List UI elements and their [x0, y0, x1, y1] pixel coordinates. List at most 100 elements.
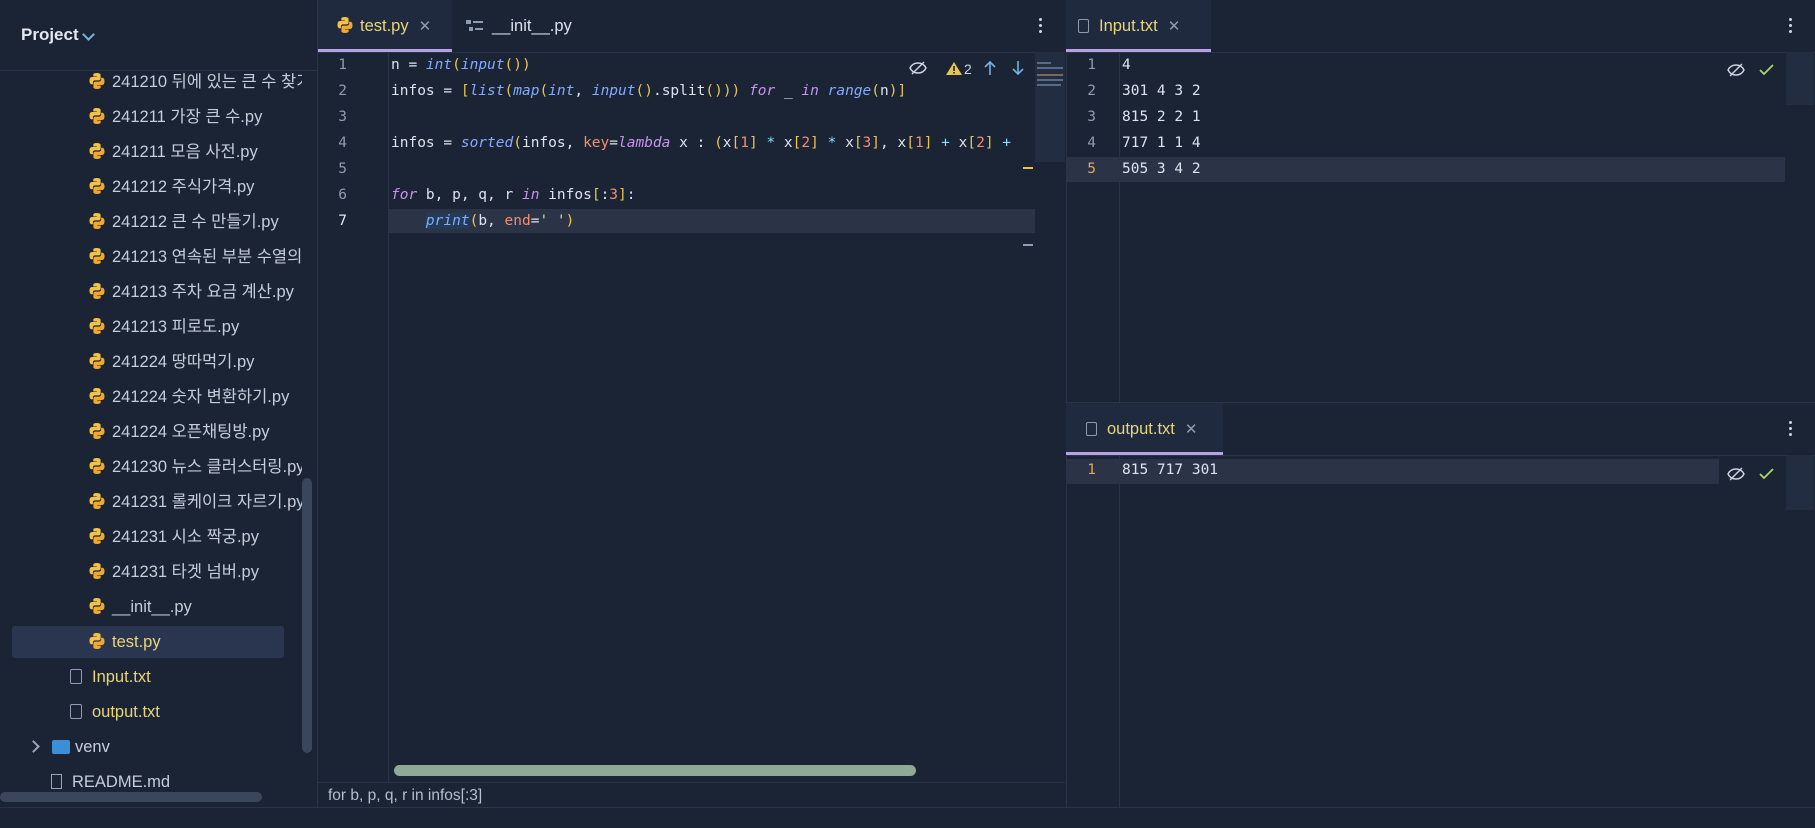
python-icon — [88, 177, 106, 195]
tab-input-txt[interactable]: Input.txt ✕ — [1066, 0, 1211, 52]
file-label: 241213 주차 요금 계산.py — [112, 283, 294, 301]
line-number: 2 — [1087, 83, 1096, 99]
kebab-menu-icon[interactable] — [1789, 421, 1793, 439]
python-icon — [88, 107, 106, 125]
check-icon[interactable] — [1759, 63, 1774, 81]
folder-label: venv — [75, 738, 110, 756]
input-line[interactable]: 4 — [1122, 57, 1131, 73]
close-icon[interactable]: ✕ — [1168, 18, 1181, 35]
text-file-icon — [70, 704, 82, 719]
file-label: 241213 연속된 부분 수열의 합 — [112, 248, 302, 266]
arrow-down-icon[interactable] — [1011, 60, 1025, 81]
file-label: output.txt — [92, 703, 160, 721]
line-number: 2 — [338, 83, 347, 99]
breadcrumb[interactable]: for b, p, q, r in infos[:3] — [318, 782, 1065, 807]
tree-file-3[interactable]: 241212 주식가격.py — [88, 171, 302, 203]
tree-file-13[interactable]: 241231 시소 짝궁.py — [88, 521, 302, 553]
tab-label: __init__.py — [492, 17, 572, 35]
code-line-2[interactable]: infos = [list(map(int, input().split()))… — [391, 83, 906, 99]
code-line-1[interactable]: n = int(input()) — [391, 57, 531, 73]
structure-icon — [466, 20, 483, 31]
editor-horizontal-scrollbar[interactable] — [394, 765, 916, 776]
code-line-6[interactable]: for b, p, q, r in infos[:3]: — [391, 187, 636, 203]
file-label: 241231 타겟 넘버.py — [112, 563, 259, 581]
warning-marker[interactable] — [1023, 167, 1033, 169]
tree-file-7[interactable]: 241213 피로도.py — [88, 311, 302, 343]
tree-txt-output[interactable]: output.txt — [70, 696, 302, 728]
tree-folder-venv[interactable]: venv — [29, 731, 302, 763]
line-number-current: 7 — [338, 213, 347, 229]
line-number: 1 — [338, 57, 347, 73]
code-line-4[interactable]: infos = sorted(infos, key=lambda x : (x[… — [391, 135, 1034, 151]
python-icon — [88, 562, 106, 580]
file-label: 241212 큰 수 만들기.py — [112, 213, 279, 231]
chevron-down-icon[interactable] — [82, 28, 95, 41]
python-icon — [88, 282, 106, 300]
kebab-menu-icon[interactable] — [1789, 18, 1793, 36]
tab-output-txt[interactable]: output.txt ✕ — [1066, 403, 1223, 455]
tab-init-py[interactable]: __init__.py — [466, 0, 572, 52]
input-line[interactable]: 301 4 3 2 — [1122, 83, 1201, 99]
line-number-current: 1 — [1087, 462, 1096, 478]
tree-file-4[interactable]: 241212 큰 수 만들기.py — [88, 206, 302, 238]
tree-file-10[interactable]: 241224 오픈채팅방.py — [88, 416, 302, 448]
tree-txt-input[interactable]: Input.txt — [70, 661, 302, 693]
warning-marker[interactable] — [1023, 244, 1033, 246]
warning-count: 2 — [964, 61, 972, 77]
eye-off-icon[interactable] — [909, 61, 927, 80]
python-icon — [336, 16, 354, 34]
check-icon[interactable] — [1759, 467, 1774, 485]
tree-file-6[interactable]: 241213 주차 요금 계산.py — [88, 276, 302, 308]
file-label: __init__.py — [112, 598, 192, 616]
tree-file-8[interactable]: 241224 땅따먹기.py — [88, 346, 302, 378]
file-label: 241210 뒤에 있는 큰 수 찾기 — [112, 73, 302, 91]
python-icon — [88, 387, 106, 405]
line-number: 6 — [338, 187, 347, 203]
chevron-right-icon[interactable] — [29, 740, 40, 753]
line-number: 4 — [338, 135, 347, 151]
line-number: 4 — [1087, 135, 1096, 151]
sidebar-horizontal-scrollbar[interactable] — [0, 792, 262, 802]
python-icon — [88, 352, 106, 370]
python-icon — [88, 72, 106, 90]
file-label: 241230 뉴스 클러스터링.py — [112, 458, 302, 476]
project-title[interactable]: Project — [21, 25, 79, 45]
warning-icon[interactable] — [945, 61, 963, 81]
close-icon[interactable]: ✕ — [419, 18, 432, 35]
file-label: 241211 모음 사전.py — [112, 143, 258, 161]
folder-icon — [52, 740, 70, 754]
tree-file-9[interactable]: 241224 숫자 변환하기.py — [88, 381, 302, 413]
tab-label: output.txt — [1107, 420, 1175, 438]
tab-label: test.py — [360, 17, 409, 35]
arrow-up-icon[interactable] — [983, 60, 997, 81]
tree-file-15[interactable]: __init__.py — [88, 591, 302, 623]
tree-file-0[interactable]: 241210 뒤에 있는 큰 수 찾기 — [88, 66, 302, 98]
sidebar-vertical-scrollbar[interactable] — [302, 478, 312, 753]
tree-file-2[interactable]: 241211 모음 사전.py — [88, 136, 302, 168]
input-line[interactable]: 815 2 2 1 — [1122, 109, 1201, 125]
input-line[interactable]: 717 1 1 4 — [1122, 135, 1201, 151]
tree-file-14[interactable]: 241231 타겟 넘버.py — [88, 556, 302, 588]
close-icon[interactable]: ✕ — [1185, 421, 1198, 438]
gutter-divider — [1119, 52, 1120, 402]
eye-off-icon[interactable] — [1727, 467, 1745, 486]
tree-file-5[interactable]: 241213 연속된 부분 수열의 합 — [88, 241, 302, 273]
tree-file-11[interactable]: 241230 뉴스 클러스터링.py — [88, 451, 302, 483]
tree-file-16-selected[interactable]: test.py — [12, 626, 284, 658]
line-number: 3 — [338, 109, 347, 125]
minimap[interactable] — [1786, 52, 1814, 105]
tree-file-1[interactable]: 241211 가장 큰 수.py — [88, 101, 302, 133]
tree-file-12[interactable]: 241231 롤케이크 자르기.py — [88, 486, 302, 518]
file-label: 241213 피로도.py — [112, 318, 240, 336]
file-label: 241224 땅따먹기.py — [112, 353, 255, 371]
kebab-menu-icon[interactable] — [1039, 18, 1043, 36]
line-number: 3 — [1087, 109, 1096, 125]
minimap[interactable] — [1035, 52, 1065, 162]
eye-off-icon[interactable] — [1727, 63, 1745, 82]
input-line[interactable]: 505 3 4 2 — [1122, 161, 1201, 177]
output-line[interactable]: 815 717 301 — [1122, 462, 1218, 478]
tab-test-py[interactable]: test.py ✕ — [318, 0, 452, 52]
code-line-7[interactable]: print(b, end=' ') — [391, 213, 574, 229]
minimap[interactable] — [1786, 455, 1814, 510]
readme-icon — [51, 774, 62, 789]
